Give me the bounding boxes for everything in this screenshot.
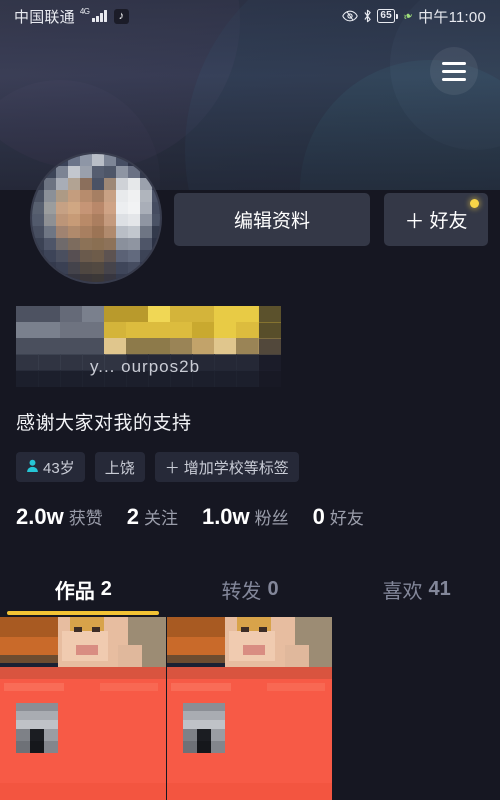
post-thumbnail[interactable] [166, 617, 332, 800]
tag-add-school[interactable]: ＋ 增加学校等标签 [154, 452, 299, 482]
status-bar-left: 中国联通 4G ♪ [14, 6, 129, 27]
tab-likes-label: 喜欢 [382, 580, 423, 603]
hamburger-menu-icon[interactable] [430, 47, 478, 95]
tab-reposts-label: 转发 [221, 580, 262, 603]
avatar[interactable] [30, 152, 162, 284]
tab-works-label: 作品 [54, 580, 95, 603]
stat-followers[interactable]: 1.0w 粉丝 [202, 504, 289, 530]
eye-protection-icon [342, 10, 359, 22]
battery-level-label: 65 [377, 9, 395, 23]
edit-profile-label: 编辑资料 [233, 211, 310, 232]
stat-likes-label: 获赞 [68, 509, 103, 528]
user-id-label: y... ourpos2b [90, 357, 201, 376]
stat-friends-value: 0 [312, 504, 325, 529]
power-saving-leaf-icon: ❧ [400, 7, 416, 25]
profile-actions: 编辑资料 ＋ 好友 [174, 193, 488, 246]
stat-following[interactable]: 2 关注 [127, 504, 178, 530]
plus-icon: ＋ [164, 459, 180, 477]
status-badge [470, 199, 479, 208]
thumbnail-red-banner [167, 667, 332, 800]
tab-reposts-count: 0 [267, 577, 279, 600]
clock-label: 中午11:00 [418, 8, 486, 26]
status-bar-right: 65 ❧ 中午11:00 [342, 6, 486, 27]
carrier-label: 中国联通 [14, 8, 75, 26]
edit-profile-button[interactable]: 编辑资料 [174, 193, 370, 246]
profile-tags: 43岁 上饶 ＋ 增加学校等标签 [16, 452, 299, 482]
tab-works-count: 2 [100, 577, 112, 600]
tab-likes[interactable]: 喜欢 41 [333, 563, 500, 615]
tag-age[interactable]: 43岁 [16, 452, 85, 482]
avatar-mosaic-censor [32, 154, 160, 282]
tab-reposts[interactable]: 转发 0 [167, 563, 334, 615]
signal-bars-icon [92, 10, 107, 22]
profile-signature: 感谢大家对我的支持 [16, 413, 192, 434]
stat-following-label: 关注 [143, 509, 178, 528]
thumbnail-red-banner [0, 667, 166, 800]
stat-followers-value: 1.0w [201, 504, 250, 529]
bluetooth-icon [363, 9, 372, 23]
hamburger-bar [442, 69, 466, 73]
tag-age-label: 43岁 [43, 459, 75, 477]
tag-city-label: 上饶 [104, 459, 135, 477]
status-bar: 中国联通 4G ♪ 65 ❧ 中午11:00 [0, 0, 500, 32]
stat-friends[interactable]: 0 好友 [313, 504, 364, 530]
add-friend-label: 好友 [429, 211, 468, 232]
stat-following-value: 2 [126, 504, 139, 529]
tab-likes-count: 41 [428, 577, 451, 600]
post-grid [0, 617, 500, 800]
tag-city[interactable]: 上饶 [94, 452, 145, 482]
battery-tip [395, 13, 398, 19]
tab-works[interactable]: 作品 2 [0, 563, 167, 615]
content-tabs: 作品 2 转发 0 喜欢 41 [0, 563, 500, 615]
add-friend-button[interactable]: ＋ 好友 [384, 193, 488, 246]
battery-icon: 65 [377, 9, 398, 23]
post-thumbnail[interactable] [0, 617, 166, 800]
network-type-label: 4G [79, 7, 90, 16]
stat-friends-label: 好友 [329, 509, 364, 528]
post-grid-empty-slot [332, 617, 498, 800]
douyin-note-icon: ♪ [113, 8, 129, 24]
stat-likes-value: 2.0w [16, 504, 64, 529]
stat-followers-label: 粉丝 [254, 509, 289, 528]
profile-stats: 2.0w 获赞 2 关注 1.0w 粉丝 0 好友 [16, 504, 364, 530]
person-icon [26, 459, 39, 476]
tag-add-school-label: 增加学校等标签 [183, 459, 289, 477]
plus-icon: ＋ [404, 211, 425, 233]
stat-likes[interactable]: 2.0w 获赞 [16, 504, 103, 530]
hamburger-bar [442, 61, 466, 65]
hamburger-bar [442, 77, 466, 81]
